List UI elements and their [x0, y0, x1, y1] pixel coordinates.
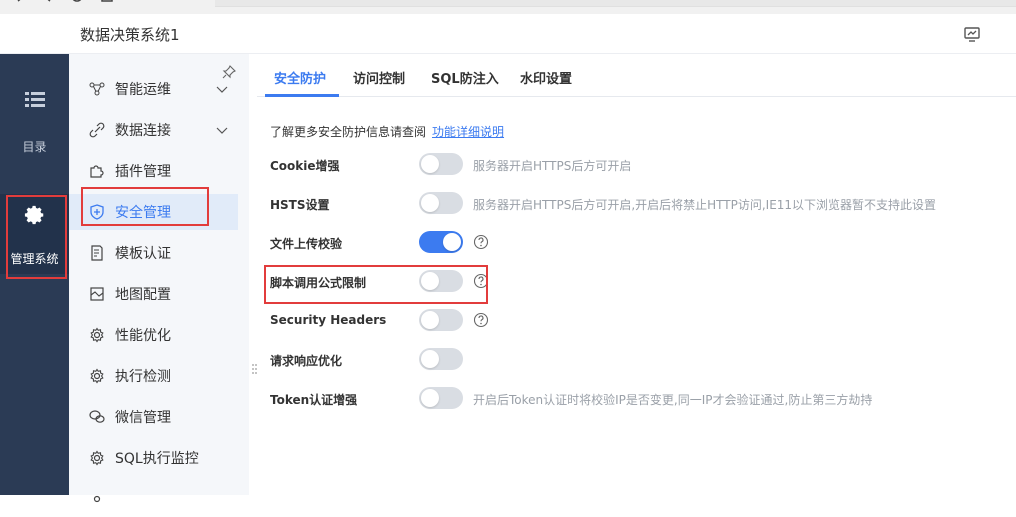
- cookie-toggle[interactable]: [419, 153, 463, 175]
- network-icon: [89, 82, 105, 96]
- setting-row-security-headers: Security Headers: [257, 309, 1016, 333]
- setting-label: HSTS设置: [270, 198, 330, 212]
- highlight-box: [6, 195, 67, 279]
- map-icon: [90, 287, 104, 301]
- tab-sql-injection[interactable]: SQL防注入: [431, 68, 499, 87]
- gear-icon: [93, 495, 101, 503]
- sidebar-item-label: SQL执行监控: [115, 451, 199, 467]
- sidebar-item-performance[interactable]: 性能优化: [69, 317, 238, 353]
- tab-watermark[interactable]: 水印设置: [520, 68, 572, 87]
- list-icon: [24, 92, 45, 107]
- sidebar-item-partial[interactable]: [69, 481, 238, 517]
- setting-row-response-optimization: 请求响应优化: [257, 348, 1016, 372]
- secondary-sidebar: 智能运维 数据连接 插件管理 安全管理 模板认证 地图配置 性能优化 执行检测 …: [69, 54, 249, 503]
- sidebar-item-map-config[interactable]: 地图配置: [69, 276, 238, 312]
- sidebar-item-plugin-management[interactable]: 插件管理: [69, 153, 238, 189]
- setting-row-token-auth: Token认证增强 开启后Token认证时将校验IP是否变更,同一IP才会验证通…: [257, 387, 1016, 411]
- chevron-down-icon: [216, 127, 228, 134]
- forward-icon[interactable]: [40, 0, 54, 6]
- nav-item-label: 目录: [22, 140, 47, 154]
- sidebar-item-label: 插件管理: [115, 164, 171, 180]
- sidebar-item-sql-monitor[interactable]: SQL执行监控: [69, 440, 238, 476]
- back-icon[interactable]: [14, 0, 28, 6]
- sidebar-item-label: 模板认证: [115, 246, 171, 262]
- gear-icon: [90, 450, 104, 466]
- help-icon[interactable]: [473, 234, 489, 250]
- app-title: 数据决策系统1: [80, 26, 180, 44]
- setting-row-hsts: HSTS设置 服务器开启HTTPS后方可开启,开启后将禁止HTTP访问,IE11…: [257, 192, 1016, 216]
- sidebar-item-smart-ops[interactable]: 智能运维: [69, 71, 238, 107]
- info-line: 了解更多安全防护信息请查阅 功能详细说明: [270, 123, 504, 140]
- highlight-box: [81, 187, 209, 226]
- sidebar-item-label: 执行检测: [115, 369, 171, 385]
- setting-hint: 开启后Token认证时将校验IP是否变更,同一IP才会验证通过,防止第三方劫持: [473, 393, 873, 407]
- info-text: 了解更多安全防护信息请查阅: [270, 125, 427, 139]
- active-tab-indicator: [265, 94, 339, 97]
- address-bar[interactable]: [215, 0, 1016, 7]
- setting-hint: 服务器开启HTTPS后方可开启: [473, 159, 632, 173]
- sidebar-item-wechat-management[interactable]: 微信管理: [69, 399, 238, 435]
- link-icon: [89, 122, 105, 138]
- setting-label: 文件上传校验: [270, 237, 343, 251]
- hsts-toggle[interactable]: [419, 192, 463, 214]
- file-upload-toggle[interactable]: [419, 231, 463, 253]
- details-link[interactable]: 功能详细说明: [432, 125, 504, 139]
- setting-label: 请求响应优化: [270, 354, 343, 368]
- puzzle-icon: [90, 165, 104, 178]
- sidebar-item-label: 性能优化: [115, 328, 171, 344]
- tab-access-control[interactable]: 访问控制: [353, 68, 405, 87]
- setting-label: Token认证增强: [270, 393, 358, 407]
- setting-row-file-upload: 文件上传校验: [257, 231, 1016, 255]
- security-headers-toggle[interactable]: [419, 309, 463, 331]
- browser-toolbar: [0, 0, 1016, 14]
- setting-row-cookie: Cookie增强 服务器开启HTTPS后方可开启: [257, 153, 1016, 177]
- sidebar-item-label: 智能运维: [115, 82, 171, 98]
- sidebar-item-label: 数据连接: [115, 123, 171, 139]
- refresh-icon[interactable]: [70, 0, 84, 6]
- help-icon[interactable]: [473, 312, 489, 328]
- app-header: 数据决策系统1: [0, 14, 1016, 54]
- tab-security-protection[interactable]: 安全防护: [274, 68, 326, 87]
- setting-label: Security Headers: [270, 313, 387, 327]
- setting-hint: 服务器开启HTTPS后方可开启,开启后将禁止HTTP访问,IE11以下浏览器暂不…: [473, 198, 937, 212]
- sidebar-item-label: 微信管理: [115, 410, 171, 426]
- response-optimization-toggle[interactable]: [419, 348, 463, 370]
- gear-icon: [90, 327, 104, 343]
- sidebar-item-data-connection[interactable]: 数据连接: [69, 112, 238, 148]
- home-icon[interactable]: [100, 0, 114, 6]
- gear-icon: [90, 368, 104, 384]
- wechat-icon: [89, 410, 105, 423]
- tab-bar: 安全防护 访问控制 SQL防注入 水印设置: [257, 54, 1016, 97]
- monitor-icon[interactable]: [963, 25, 981, 43]
- chevron-down-icon: [216, 86, 228, 93]
- highlight-box: [264, 265, 488, 304]
- token-auth-toggle[interactable]: [419, 387, 463, 409]
- sidebar-item-label: 地图配置: [115, 287, 171, 303]
- nav-item-catalog[interactable]: 目录: [0, 90, 69, 155]
- document-edit-icon: [91, 245, 103, 261]
- sidebar-item-template-auth[interactable]: 模板认证: [69, 235, 238, 271]
- menu-icon[interactable]: [135, 0, 149, 6]
- setting-label: Cookie增强: [270, 159, 340, 173]
- sidebar-item-execution-check[interactable]: 执行检测: [69, 358, 238, 394]
